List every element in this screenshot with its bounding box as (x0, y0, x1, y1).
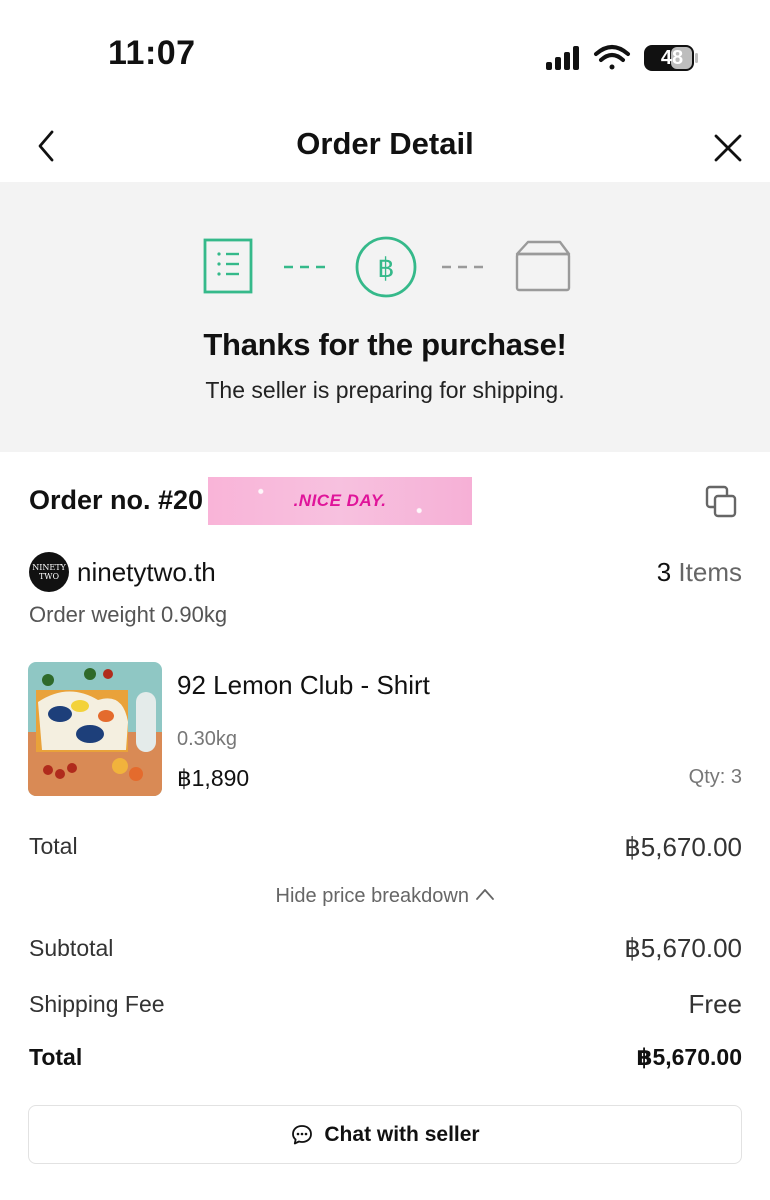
chat-with-seller-label: Chat with seller (324, 1122, 480, 1146)
redaction-sticker: .NICE DAY. (208, 477, 472, 525)
thanks-heading: Thanks for the purchase! (203, 327, 567, 362)
items-count: 3 Items (657, 557, 742, 588)
status-time: 11:07 (108, 34, 196, 72)
product-weight: 0.30kg (177, 728, 238, 750)
signal-icon (546, 46, 579, 70)
page-title: Order Detail (296, 126, 474, 161)
shipping-fee-label: Shipping Fee (29, 991, 165, 1017)
status-message: The seller is preparing for shipping. (205, 377, 565, 403)
copy-icon (705, 485, 737, 518)
subtotal-value: ฿5,670.00 (624, 933, 742, 963)
shipping-fee-value: Free (688, 989, 742, 1019)
box-icon (515, 240, 571, 292)
product-price: ฿1,890 (177, 765, 250, 791)
subtotal-label: Subtotal (29, 935, 114, 961)
seller-logo-line-1: NINETY (32, 563, 66, 572)
total-label: Total (29, 833, 78, 859)
close-icon (714, 134, 742, 162)
items-count-label: Items (678, 557, 742, 587)
sticker-text: .NICE DAY. (293, 491, 387, 510)
hide-breakdown-label: Hide price breakdown (275, 885, 469, 907)
chat-with-seller-button[interactable]: Chat with seller (28, 1105, 742, 1164)
order-progress-steps: ฿ (0, 234, 770, 298)
order-status-banner: ฿ Thanks for the purchase! The seller is… (0, 182, 770, 452)
seller-logo-line-2: TWO (38, 572, 60, 581)
order-weight: Order weight 0.90kg (29, 602, 228, 627)
final-total-value: ฿5,670.00 (636, 1044, 742, 1070)
baht-coin-icon: ฿ (355, 236, 417, 298)
product-quantity: Qty: 3 (688, 766, 742, 788)
receipt-list-icon (203, 238, 253, 294)
battery-level: 48 (660, 47, 684, 69)
copy-order-number-button[interactable] (702, 484, 740, 522)
close-button[interactable] (708, 128, 748, 168)
total-value: ฿5,670.00 (624, 832, 742, 862)
hide-price-breakdown-toggle[interactable]: Hide price breakdown (0, 885, 770, 908)
product-name[interactable]: 92 Lemon Club - Shirt (177, 670, 430, 701)
items-count-number: 3 (656, 557, 672, 587)
final-total-label: Total (29, 1044, 83, 1070)
product-image[interactable] (28, 662, 162, 796)
seller-name[interactable]: ninetytwo.th (77, 557, 216, 588)
svg-text:฿: ฿ (377, 253, 394, 284)
chevron-up-icon (475, 889, 494, 900)
seller-logo: NINETY TWO (29, 552, 69, 592)
order-number: Order no. #20 (29, 485, 204, 515)
chat-bubble-icon (292, 1124, 313, 1144)
wifi-icon (594, 45, 630, 70)
